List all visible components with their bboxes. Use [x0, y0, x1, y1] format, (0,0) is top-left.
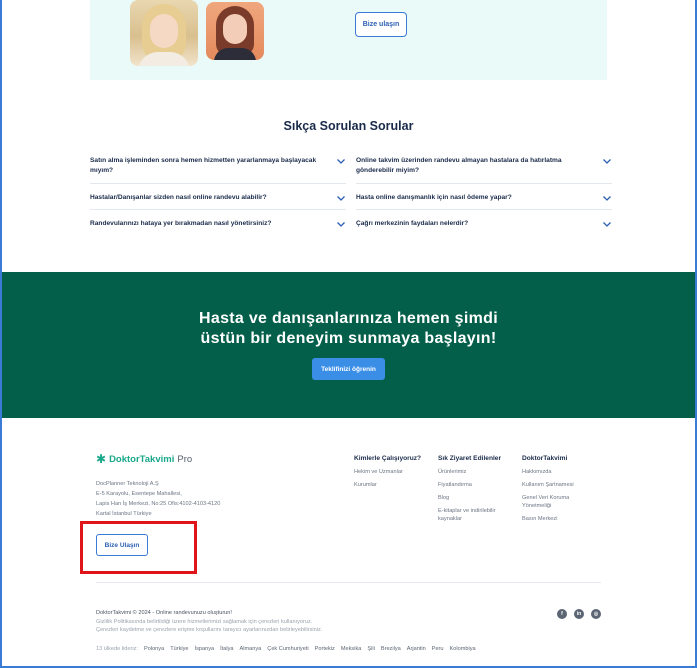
footer-link[interactable]: Hakkımızda: [522, 468, 592, 476]
footer-link[interactable]: Blog: [438, 494, 510, 502]
footer-link[interactable]: Kurumlar: [354, 481, 421, 489]
faq-divider: [356, 183, 612, 184]
highlight-box: [80, 521, 197, 574]
country-link[interactable]: İspanya: [195, 646, 215, 652]
country-link[interactable]: Peru: [432, 646, 444, 652]
faq-question[interactable]: Online takvim üzerinden randevu almayan …: [356, 156, 612, 175]
country-link[interactable]: Meksika: [341, 646, 362, 652]
chevron-down-icon: [337, 196, 345, 201]
footer-link[interactable]: Ürünlerimiz: [438, 468, 510, 476]
footer-column-frequently-visited: Sık Ziyaret Edilenler Ürünlerimiz Fiyatl…: [438, 455, 510, 528]
chevron-down-icon: [603, 159, 611, 164]
faq-divider: [90, 183, 346, 184]
footer-link[interactable]: Kullanım Şartnamesi: [522, 481, 592, 489]
footer-link[interactable]: E-kitaplar ve indirilebilir kaynaklar: [438, 507, 510, 523]
faq-question[interactable]: Hasta online danışmanlık için nasıl ödem…: [356, 193, 612, 203]
linkedin-icon[interactable]: in: [574, 609, 584, 619]
footer-divider: [96, 582, 601, 583]
faq-question[interactable]: Satın alma işleminden sonra hemen hizmet…: [90, 156, 346, 175]
chevron-down-icon: [337, 222, 345, 227]
faq-question[interactable]: Randevularınızı hataya yer bırakmadan na…: [90, 219, 346, 229]
country-link[interactable]: Şili: [367, 646, 374, 652]
contact-us-button[interactable]: Bize ulaşın: [355, 12, 407, 37]
footer-column-doktortakvimi: DoktorTakvimi Hakkımızda Kullanım Şartna…: [522, 455, 592, 528]
country-link[interactable]: Kolombiya: [450, 646, 476, 652]
faq-title: Sıkça Sorulan Sorular: [283, 119, 414, 133]
instagram-icon[interactable]: ◎: [591, 609, 601, 619]
country-link[interactable]: İtalya: [220, 646, 233, 652]
faq-divider: [90, 209, 346, 210]
doktortakvimi-pro-logo[interactable]: ✱ DoktorTakvimi Pro: [96, 453, 192, 465]
expert-photo: [130, 0, 198, 66]
country-link[interactable]: Portekiz: [315, 646, 335, 652]
cta-title: Hasta ve danışanlarınıza hemen şimdi üst…: [199, 310, 498, 347]
country-link[interactable]: Arjantin: [407, 646, 426, 652]
chevron-down-icon: [603, 196, 611, 201]
country-link[interactable]: Polonya: [144, 646, 164, 652]
country-link[interactable]: Brezilya: [381, 646, 401, 652]
facebook-icon[interactable]: f: [557, 609, 567, 619]
company-address: DocPlanner Teknoloji A.Ş E-5 Karayolu, E…: [96, 481, 221, 517]
faq-question[interactable]: Hastalar/Danışanlar sizden nasıl online …: [90, 193, 346, 203]
footer-link[interactable]: Fiyatlandırma: [438, 481, 510, 489]
country-link[interactable]: Çek Cumhuriyeti: [267, 646, 308, 652]
expert-photo: [206, 2, 264, 60]
cta-banner: Hasta ve danışanlarınıza hemen şimdi üst…: [2, 272, 695, 418]
chevron-down-icon: [603, 222, 611, 227]
faq-question[interactable]: Çağrı merkezinin faydaları nelerdir?: [356, 219, 612, 229]
country-link[interactable]: Almanya: [240, 646, 262, 652]
legal-text: DoktorTakvimi © 2024 - Online randevunuz…: [96, 610, 323, 633]
footer-column-who-we-work-with: Kimlerle Çalışıyoruz? Hekim ve Uzmanlar …: [354, 455, 422, 489]
get-quote-button[interactable]: Teklifinizi öğrenin: [312, 358, 385, 380]
experts-promo: Bize ulaşın: [90, 0, 607, 80]
footer-link[interactable]: Hekim ve Uzmanlar: [354, 468, 421, 476]
chevron-down-icon: [337, 159, 345, 164]
footer-link[interactable]: Genel Veri Koruma Yönetmeliği: [522, 494, 592, 510]
social-links: f in ◎: [557, 609, 601, 619]
country-link[interactable]: Türkiye: [170, 646, 188, 652]
footer-link[interactable]: Basın Merkezi: [522, 515, 592, 523]
country-list: 13 ülkede lideriz: Polonya Türkiye İspan…: [96, 646, 476, 652]
star-icon: ✱: [96, 452, 107, 466]
faq-divider: [356, 209, 612, 210]
